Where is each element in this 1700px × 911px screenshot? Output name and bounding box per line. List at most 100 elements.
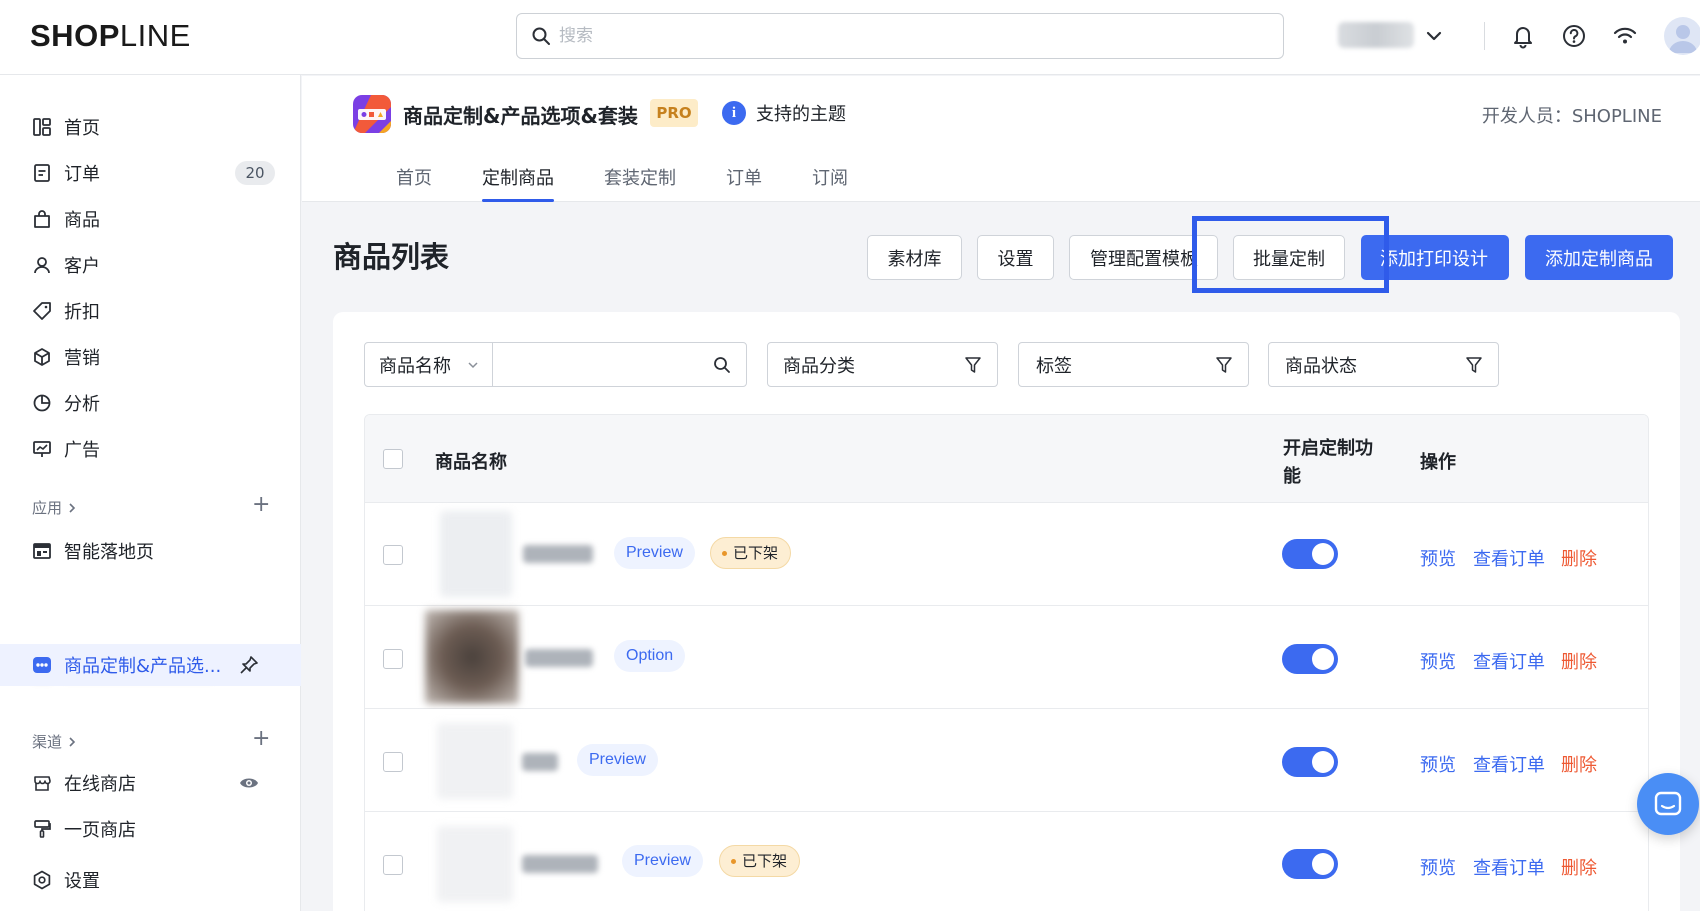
avatar[interactable]: [1664, 17, 1700, 55]
chevron-down-icon[interactable]: [1420, 22, 1448, 50]
table-row[interactable]: Preview 预览 查看订单 删除: [365, 709, 1648, 812]
col-actions: 操作: [1420, 452, 1456, 473]
customization-toggle[interactable]: [1282, 539, 1338, 569]
sidebar-item-ads[interactable]: 广告: [0, 429, 301, 469]
status-filter[interactable]: 商品状态: [1268, 342, 1499, 387]
eye-icon[interactable]: [239, 773, 259, 793]
app-tabs: 首页 定制商品 套装定制 订单 订阅: [396, 164, 898, 202]
delete-link[interactable]: 删除: [1561, 545, 1597, 571]
apps-section-header[interactable]: 应用: [32, 497, 78, 518]
supported-themes-link[interactable]: i 支持的主题: [722, 100, 846, 126]
row-checkbox[interactable]: [383, 545, 403, 565]
channels-section-header[interactable]: 渠道: [32, 731, 78, 752]
preview-link[interactable]: 预览: [1420, 751, 1456, 777]
material-library-button[interactable]: 素材库: [867, 235, 962, 280]
name-search-filter: 商品名称: [364, 342, 747, 387]
product-name-blurred[interactable]: [522, 753, 558, 771]
view-orders-link[interactable]: 查看订单: [1473, 854, 1545, 880]
select-all-checkbox[interactable]: [383, 449, 403, 469]
preview-link[interactable]: 预览: [1420, 648, 1456, 674]
shopline-logo[interactable]: SHOPLINE: [30, 18, 191, 54]
sidebar-item-customers[interactable]: 客户: [0, 245, 301, 285]
search-icon[interactable]: [712, 355, 732, 375]
sidebar-item-online-store[interactable]: 在线商店: [0, 763, 301, 803]
tab-subscriptions[interactable]: 订阅: [812, 164, 848, 202]
product-name-blurred[interactable]: [523, 545, 593, 563]
sidebar-item-discounts[interactable]: 折扣: [0, 291, 301, 331]
wifi-icon[interactable]: [1611, 22, 1639, 50]
pin-icon[interactable]: [239, 655, 259, 675]
store-icon: [34, 776, 51, 791]
sidebar-item-home[interactable]: 首页: [0, 107, 301, 147]
customization-toggle[interactable]: [1282, 849, 1338, 879]
sidebar: 首页 订单 20 商品 客户 折扣 营销 分析 广告 应用 + 智能落地页 商品…: [0, 75, 301, 911]
product-name-blurred[interactable]: [522, 855, 598, 873]
shop-name-blurred[interactable]: [1338, 22, 1414, 48]
chat-icon: [1654, 791, 1682, 816]
preview-link[interactable]: 预览: [1420, 854, 1456, 880]
settings-button[interactable]: 设置: [977, 235, 1054, 280]
sidebar-item-product-customizer[interactable]: 商品定制&产品选...: [0, 644, 301, 686]
sidebar-item-landing-page[interactable]: 智能落地页: [0, 531, 301, 571]
row-checkbox[interactable]: [383, 649, 403, 669]
view-orders-link[interactable]: 查看订单: [1473, 648, 1545, 674]
view-orders-link[interactable]: 查看订单: [1473, 751, 1545, 777]
product-name-blurred[interactable]: [525, 649, 593, 667]
page-title: 商品列表: [333, 240, 450, 274]
search-input[interactable]: [559, 26, 1259, 46]
sidebar-item-one-page-store[interactable]: 一页商店: [0, 809, 301, 849]
customization-toggle[interactable]: [1282, 644, 1338, 674]
tag-icon: [33, 302, 51, 320]
add-print-design-button[interactable]: 添加打印设计: [1361, 235, 1509, 280]
preview-link[interactable]: 预览: [1420, 545, 1456, 571]
tab-orders[interactable]: 订单: [726, 164, 762, 202]
product-thumbnail: [437, 723, 513, 799]
sidebar-item-label: 商品定制&产品选...: [64, 656, 222, 677]
add-channel-button[interactable]: +: [252, 728, 270, 750]
row-checkbox[interactable]: [383, 855, 403, 875]
sidebar-item-label: 订单: [64, 164, 100, 185]
bulk-customize-button[interactable]: 批量定制: [1233, 235, 1345, 280]
add-app-button[interactable]: +: [252, 494, 270, 516]
brush-icon: [34, 820, 51, 838]
offline-status-badge: 已下架: [719, 845, 801, 877]
help-icon[interactable]: [1560, 22, 1588, 50]
table-row[interactable]: Preview 已下架 预览 查看订单 删除: [365, 812, 1648, 911]
app-icon: [33, 657, 51, 673]
manage-templates-button[interactable]: 管理配置模板: [1069, 235, 1218, 280]
view-orders-link[interactable]: 查看订单: [1473, 545, 1545, 571]
sidebar-item-settings[interactable]: 设置: [0, 860, 301, 900]
app-title: 商品定制&产品选项&套装: [403, 104, 638, 128]
table-row[interactable]: Option 预览 查看订单 删除: [365, 606, 1648, 709]
search-icon: [532, 27, 550, 45]
tab-home[interactable]: 首页: [396, 164, 432, 202]
sidebar-item-label: 一页商店: [64, 820, 136, 841]
add-custom-product-button[interactable]: 添加定制商品: [1525, 235, 1673, 280]
preview-tag: Preview: [614, 537, 695, 569]
delete-link[interactable]: 删除: [1561, 648, 1597, 674]
sidebar-item-label: 客户: [64, 256, 100, 277]
table-row[interactable]: Preview 已下架 预览 查看订单 删除: [365, 503, 1648, 606]
product-search-input[interactable]: [503, 354, 703, 375]
customization-toggle[interactable]: [1282, 747, 1338, 777]
row-checkbox[interactable]: [383, 752, 403, 772]
sidebar-item-marketing[interactable]: 营销: [0, 337, 301, 377]
sidebar-item-label: 广告: [64, 440, 100, 461]
chevron-down-icon: [468, 362, 478, 369]
search-field-select[interactable]: 商品名称: [365, 343, 493, 386]
support-chat-button[interactable]: [1637, 773, 1699, 835]
tab-bundle-customization[interactable]: 套装定制: [604, 164, 676, 202]
delete-link[interactable]: 删除: [1561, 854, 1597, 880]
tab-custom-products[interactable]: 定制商品: [482, 164, 554, 202]
sidebar-item-analytics[interactable]: 分析: [0, 383, 301, 423]
sidebar-item-products[interactable]: 商品: [0, 199, 301, 239]
delete-link[interactable]: 删除: [1561, 751, 1597, 777]
sidebar-item-orders[interactable]: 订单 20: [0, 153, 301, 193]
order-count-badge: 20: [235, 161, 275, 185]
filter-icon: [965, 357, 981, 373]
bell-icon[interactable]: [1509, 22, 1537, 50]
global-search[interactable]: [516, 13, 1284, 59]
product-thumbnail: [440, 511, 512, 597]
tag-filter[interactable]: 标签: [1018, 342, 1249, 387]
category-filter[interactable]: 商品分类: [767, 342, 998, 387]
